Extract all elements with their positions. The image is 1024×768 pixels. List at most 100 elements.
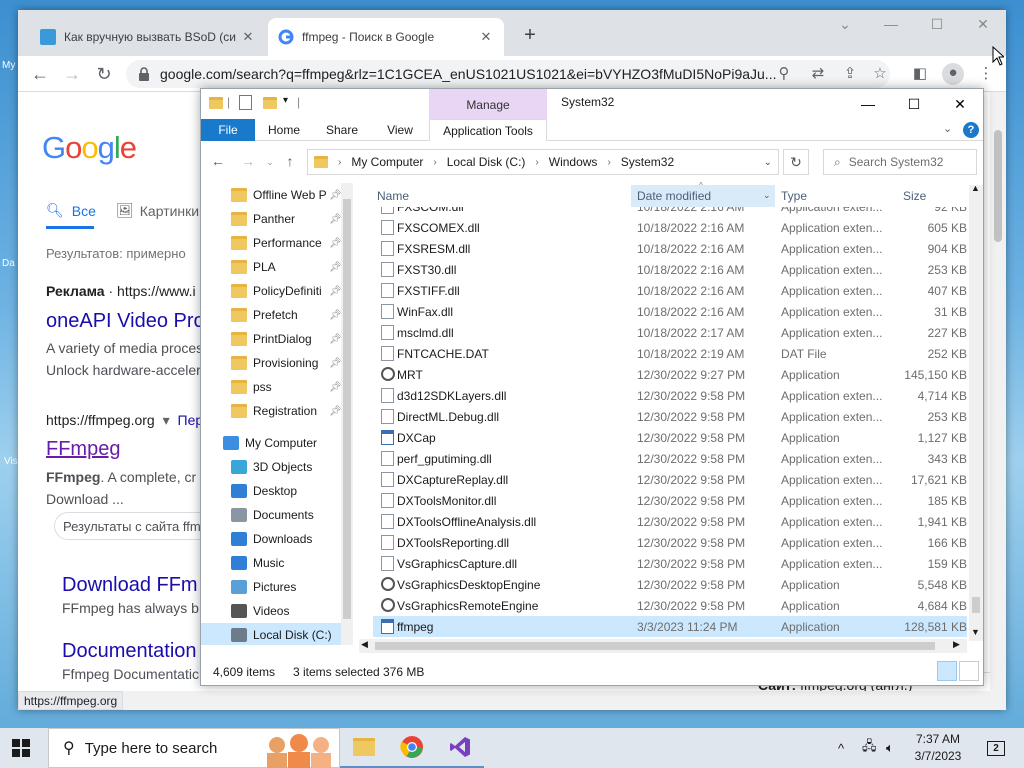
back-arrow-icon[interactable]: ← — [28, 62, 52, 86]
page-scrollbar[interactable] — [990, 92, 1006, 700]
translate-icon[interactable]: ⇄ — [808, 64, 828, 84]
pin-icon[interactable]: 📌︎ — [329, 406, 342, 417]
nav-quick-access-item[interactable]: Performance 📌︎ — [201, 231, 342, 255]
scroll-up-arrow-icon[interactable]: ▲ — [971, 183, 980, 193]
nav-tree-item[interactable]: Pictures — [201, 575, 341, 599]
pin-icon[interactable]: 📌︎ — [329, 262, 342, 273]
search-tab-all[interactable]: 🔍︎ Все — [46, 202, 96, 219]
file-row[interactable]: DXToolsMonitor.dll 12/30/2022 9:58 PM Appl… — [373, 490, 967, 511]
pin-icon[interactable]: 📌︎ — [329, 286, 342, 297]
file-row[interactable]: d3d12SDKLayers.dll 12/30/2022 9:58 PM Appl… — [373, 385, 967, 406]
minimize-button[interactable]: — — [845, 92, 891, 116]
new-tab-button[interactable]: + — [518, 24, 542, 47]
sublink-documentation[interactable]: Documentation — [62, 640, 197, 663]
location-pin-icon[interactable]: ⚲ — [774, 64, 794, 84]
close-tab-icon[interactable]: ✕ — [240, 29, 256, 45]
breadcrumb-windows[interactable]: Windows — [549, 155, 598, 169]
breadcrumb-my-computer[interactable]: My Computer — [351, 155, 423, 169]
pin-icon[interactable]: 📌︎ — [329, 334, 342, 345]
minimize-button[interactable]: — — [868, 16, 914, 32]
qat-dropdown-icon[interactable]: ▾ — [283, 95, 288, 106]
notifications-icon[interactable]: 2 — [984, 728, 1008, 768]
column-type[interactable]: Type — [781, 189, 807, 203]
ribbon-tab-view[interactable]: View — [375, 119, 425, 141]
close-tab-icon[interactable]: ✕ — [478, 29, 494, 45]
nav-quick-access-item[interactable]: PrintDialog 📌︎ — [201, 327, 342, 351]
file-row[interactable]: DXToolsOfflineAnalysis.dll 12/30/2022 9:5… — [373, 511, 967, 532]
breadcrumb-system32[interactable]: System32 — [621, 155, 674, 169]
maximize-button[interactable]: ☐ — [891, 92, 937, 116]
tab-ffmpeg-search[interactable]: ffmpeg - Поиск в Google ✕ — [268, 18, 504, 56]
recent-locations-chevron-icon[interactable]: ⌄ — [261, 157, 279, 168]
file-row[interactable]: VsGraphicsCapture.dll 12/30/2022 9:58 PM A… — [373, 553, 967, 574]
nav-tree-item[interactable]: Videos — [201, 599, 341, 623]
taskbar-chrome[interactable] — [388, 728, 436, 768]
file-row[interactable]: FXSCOMEX.dll 10/18/2022 2:16 AM Applicatio… — [373, 217, 967, 238]
file-row[interactable]: WinFax.dll 10/18/2022 2:16 AM Application … — [373, 301, 967, 322]
manage-contextual-tab[interactable]: Manage — [429, 89, 547, 119]
pin-icon[interactable]: 📌︎ — [329, 214, 342, 225]
up-arrow-icon[interactable]: ↑ — [281, 153, 299, 169]
details-view-icon[interactable] — [937, 661, 957, 681]
nav-tree-item[interactable]: My Computer — [201, 431, 341, 455]
nav-quick-access-item[interactable]: Prefetch 📌︎ — [201, 303, 342, 327]
taskbar-visual-studio[interactable] — [436, 728, 484, 768]
breadcrumb-local-disk[interactable]: Local Disk (C:) — [447, 155, 526, 169]
bookmark-star-icon[interactable]: ☆ — [870, 64, 890, 84]
ad-url[interactable]: https://www.i — [117, 283, 196, 299]
scroll-right-arrow-icon[interactable]: ▶ — [953, 639, 960, 650]
file-row[interactable]: DXToolsReporting.dll 12/30/2022 9:58 PM Ap… — [373, 532, 967, 553]
forward-arrow-icon[interactable]: → — [60, 62, 84, 86]
pin-icon[interactable]: 📌︎ — [329, 382, 342, 393]
taskbar-file-explorer[interactable] — [340, 728, 388, 768]
scroll-thumb[interactable] — [375, 642, 935, 650]
nav-quick-access-item[interactable]: Registration 📌︎ — [201, 399, 342, 423]
file-row[interactable]: perf_gputiming.dll 12/30/2022 9:58 PM Appl… — [373, 448, 967, 469]
explorer-address-bar[interactable]: › My Computer › Local Disk (C:) › Window… — [307, 149, 779, 175]
file-row[interactable]: VsGraphicsRemoteEngine 12/30/2022 9:58 PM… — [373, 595, 967, 616]
nav-quick-access-item[interactable]: Panther 📌︎ — [201, 207, 342, 231]
nav-quick-access-item[interactable]: PLA 📌︎ — [201, 255, 342, 279]
pin-icon[interactable]: 📌︎ — [329, 310, 342, 321]
new-folder-icon[interactable] — [263, 97, 277, 109]
column-dropdown-icon[interactable]: ⌄ — [763, 190, 771, 201]
nav-tree-item[interactable]: Downloads — [201, 527, 341, 551]
help-icon[interactable]: ? — [963, 122, 979, 138]
maximize-button[interactable]: ☐ — [914, 16, 960, 33]
large-icons-view-icon[interactable] — [959, 661, 979, 681]
refresh-button[interactable]: ↻ — [783, 149, 809, 175]
system-clock[interactable]: 7:37 AM 3/7/2023 — [906, 731, 970, 765]
pin-icon[interactable]: 📌︎ — [329, 190, 342, 201]
google-logo[interactable]: Google — [42, 130, 137, 166]
file-row[interactable]: DirectML.Debug.dll 12/30/2022 9:58 PM Appl… — [373, 406, 967, 427]
nav-pane-scrollbar[interactable] — [341, 183, 353, 645]
column-size[interactable]: Size — [903, 189, 926, 203]
file-list-scrollbar[interactable]: ▲ ▼ — [969, 183, 983, 641]
reload-icon[interactable]: ↻ — [92, 62, 116, 86]
pin-icon[interactable]: 📌︎ — [329, 358, 342, 369]
side-panel-icon[interactable]: ◧ — [910, 64, 930, 84]
file-row[interactable]: FXSRESM.dll 10/18/2022 2:16 AM Application… — [373, 238, 967, 259]
share-icon[interactable]: ⇪ — [840, 64, 860, 84]
scroll-thumb[interactable] — [972, 597, 980, 613]
volume-icon[interactable]: 🔈︎ — [886, 728, 894, 768]
column-date-modified[interactable]: Date modified — [637, 189, 711, 203]
file-row[interactable]: DXCap 12/30/2022 9:58 PM Application 1,127 … — [373, 427, 967, 448]
more-menu-icon[interactable]: ⋮ — [976, 64, 996, 84]
windows-start-icon[interactable] — [12, 739, 30, 757]
network-icon[interactable]: 🖧︎ — [862, 728, 877, 768]
scroll-thumb[interactable] — [343, 199, 351, 619]
file-row[interactable]: FXST30.dll 10/18/2022 2:16 AM Application … — [373, 259, 967, 280]
file-row[interactable]: MRT 12/30/2022 9:27 PM Application 145,150 … — [373, 364, 967, 385]
nav-tree-item[interactable]: Desktop — [201, 479, 341, 503]
nav-tree-item[interactable]: Music — [201, 551, 341, 575]
file-list-hscrollbar[interactable]: ◀ ▶ — [359, 639, 967, 653]
sublink-download[interactable]: Download FFm — [62, 574, 198, 597]
pin-icon[interactable]: 📌︎ — [329, 238, 342, 249]
address-dropdown-icon[interactable]: ⌄ — [764, 157, 772, 168]
result-title-link[interactable]: FFmpeg — [46, 438, 120, 461]
ad-title-link[interactable]: oneAPI Video Pro — [46, 310, 205, 333]
nav-tree-item[interactable]: Local Disk (C:) — [201, 623, 341, 645]
file-row[interactable]: DXCaptureReplay.dll 12/30/2022 9:58 PM App… — [373, 469, 967, 490]
expand-ribbon-chevron-icon[interactable]: ⌄ — [943, 122, 952, 135]
